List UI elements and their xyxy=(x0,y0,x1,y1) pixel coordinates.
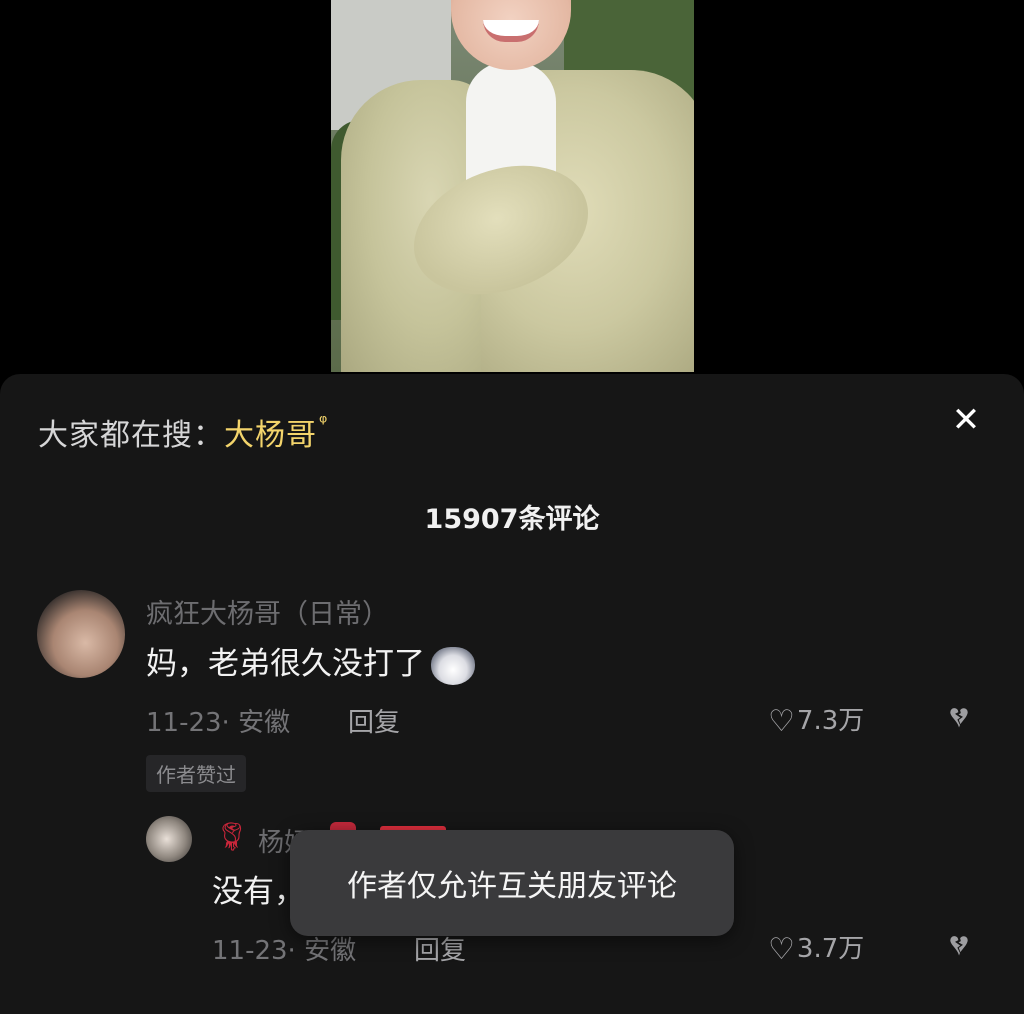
like-count: 7.3万 xyxy=(796,706,865,736)
hot-search-keyword[interactable]: 大杨哥 xyxy=(224,418,317,453)
heart-icon: ♡ xyxy=(768,704,795,739)
hot-search-prefix: 大家都在搜： xyxy=(38,418,224,453)
comment-username[interactable]: 疯狂大杨哥（日常） xyxy=(146,592,389,631)
comment-count: 15907条评论 xyxy=(424,504,600,535)
author-liked-badge: 作者赞过 xyxy=(146,755,246,792)
like-button[interactable]: ♡7.3万 xyxy=(768,700,864,739)
broken-heart-icon[interactable]: 💔︎ xyxy=(950,928,968,963)
avatar[interactable] xyxy=(37,590,125,678)
cat-emoji-icon xyxy=(431,646,475,685)
rose-icon: 🌹︎ xyxy=(214,820,250,853)
heart-icon: ♡ xyxy=(768,932,795,967)
toast-message: 作者仅允许互关朋友评论 xyxy=(290,830,734,936)
comment-date-location: 11-23· 安徽 xyxy=(146,708,291,738)
comment-text-content: 妈，老弟很久没打了 xyxy=(146,646,425,682)
avatar[interactable] xyxy=(146,816,192,862)
search-icon[interactable]: ᵠ xyxy=(319,410,328,434)
video-area[interactable] xyxy=(0,0,1024,380)
like-button[interactable]: ♡3.7万 xyxy=(768,928,864,967)
video-frame-photo xyxy=(331,0,694,372)
like-count: 3.7万 xyxy=(796,934,865,964)
reply-button[interactable]: 回复 xyxy=(348,702,400,739)
comment-text: 妈，老弟很久没打了 xyxy=(146,638,475,685)
broken-heart-icon[interactable]: 💔︎ xyxy=(950,700,968,735)
close-button[interactable]: ✕ xyxy=(946,400,986,440)
hot-search-bar[interactable]: 大家都在搜：大杨哥 ᵠ xyxy=(38,410,328,454)
